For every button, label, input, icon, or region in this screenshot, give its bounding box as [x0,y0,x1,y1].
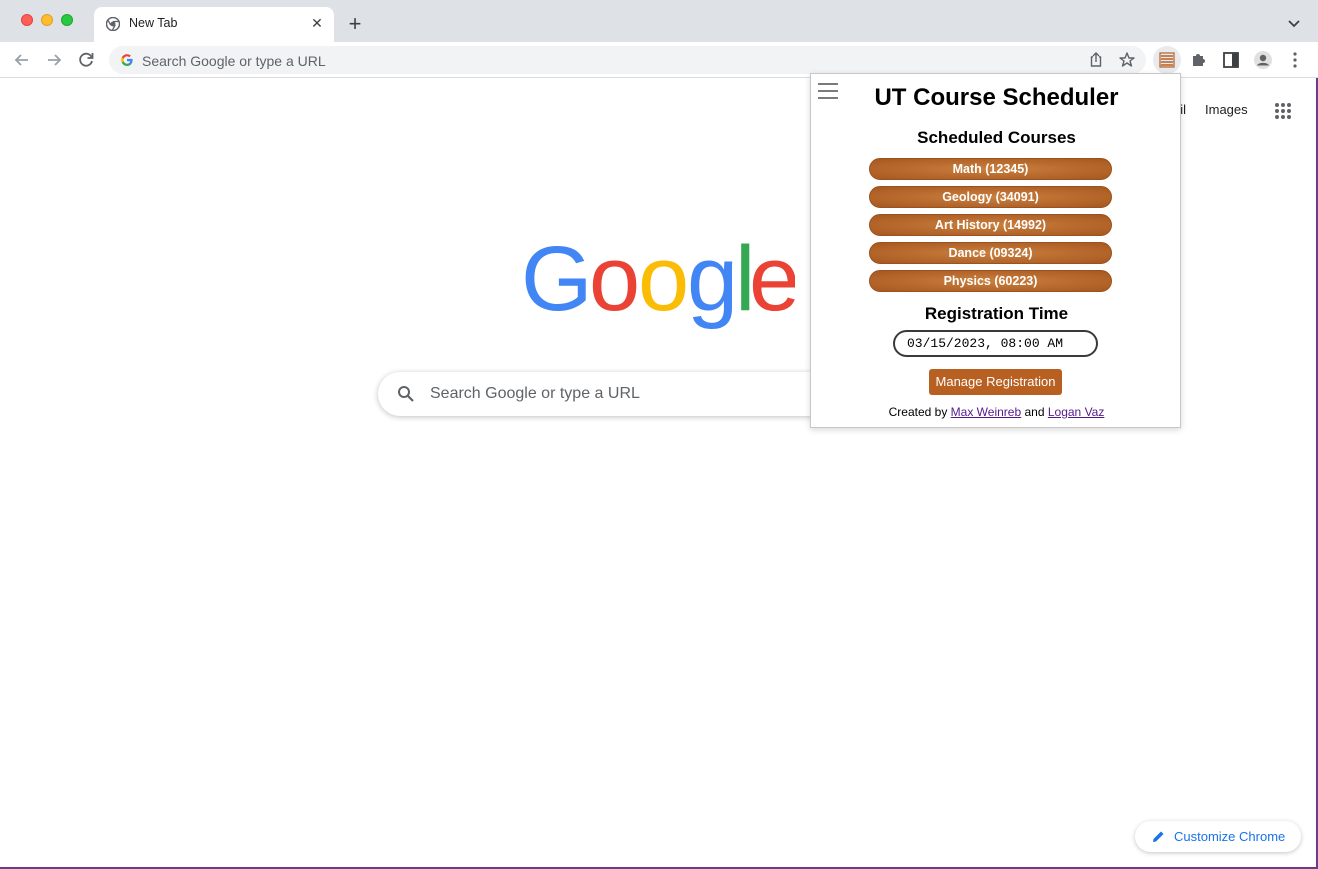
course-pill[interactable]: Dance (09324) [869,242,1112,264]
share-icon[interactable] [1087,51,1105,69]
popup-title: UT Course Scheduler [874,84,1119,111]
ntp-search-placeholder: Search Google or type a URL [430,385,640,402]
address-bar-placeholder: Search Google or type a URL [142,53,326,69]
scheduled-courses-heading: Scheduled Courses [917,128,1076,147]
extensions-puzzle-icon[interactable] [1187,48,1211,72]
close-icon[interactable]: ✕ [309,15,325,31]
zoom-window-button[interactable] [61,14,73,26]
back-icon[interactable] [11,49,33,71]
close-window-button[interactable] [21,14,33,26]
google-logo: G o o g l e [521,232,795,330]
google-apps-grid-icon[interactable] [1274,102,1292,120]
tab-new-tab[interactable]: New Tab ✕ [94,7,334,42]
extension-scheduler-icon [1159,52,1175,68]
extension-scheduler-button[interactable] [1153,46,1181,74]
course-pill[interactable]: Geology (34091) [869,186,1112,208]
course-list: Math (12345) Geology (34091) Art History… [869,158,1112,298]
side-panel-icon[interactable] [1219,48,1243,72]
minimize-window-button[interactable] [41,14,53,26]
google-g-icon [121,54,133,66]
author-link-max[interactable]: Max Weinreb [951,405,1021,419]
forward-icon[interactable] [43,49,65,71]
pencil-icon [1153,831,1164,842]
course-pill[interactable]: Physics (60223) [869,270,1112,292]
logo-letter-g2: g [687,232,738,330]
manage-registration-button[interactable]: Manage Registration [929,369,1062,395]
course-pill[interactable]: Art History (14992) [869,214,1112,236]
logo-letter-o1: o [589,232,640,330]
credits-line: Created by Max Weinreb and Logan Vaz [811,405,1182,419]
logo-letter-g1: G [521,232,593,330]
images-link[interactable]: Images [1205,102,1248,117]
customize-chrome-label: Customize Chrome [1174,829,1286,844]
bookmark-star-icon[interactable] [1118,51,1136,69]
credits-prefix: Created by [888,405,951,419]
tab-title: New Tab [129,16,178,30]
course-pill[interactable]: Math (12345) [869,158,1112,180]
menu-kebab-icon[interactable] [1283,48,1307,72]
registration-datetime-input[interactable]: 03/15/2023, 08:00 AM [893,330,1098,357]
logo-letter-o2: o [638,232,689,330]
credits-joiner: and [1021,405,1048,419]
tab-strip: New Tab ✕ + [0,0,1318,42]
address-bar[interactable]: Search Google or type a URL [109,46,1146,74]
chevron-down-icon[interactable] [1284,13,1304,33]
course-scheduler-popup: UT Course Scheduler Scheduled Courses Ma… [810,73,1181,428]
reload-icon[interactable] [75,49,97,71]
search-icon [398,386,414,402]
customize-chrome-button[interactable]: Customize Chrome [1135,821,1301,852]
new-tab-button[interactable]: + [343,12,367,36]
profile-icon[interactable] [1251,48,1275,72]
chrome-icon [106,17,120,31]
registration-time-heading: Registration Time [924,304,1069,323]
logo-letter-e: e [749,232,795,330]
author-link-logan[interactable]: Logan Vaz [1048,405,1105,419]
